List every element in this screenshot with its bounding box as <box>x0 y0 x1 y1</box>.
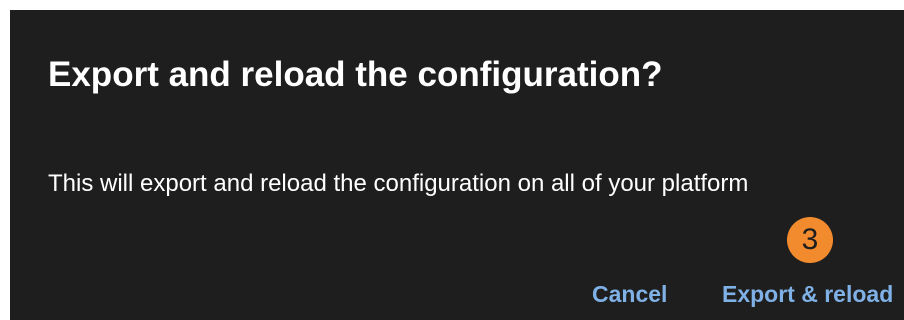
dialog-message: This will export and reload the configur… <box>48 170 749 197</box>
export-reload-button[interactable]: Export & reload <box>722 274 893 314</box>
step-number-badge: 3 <box>787 217 833 263</box>
confirm-dialog: Export and reload the configuration? Thi… <box>10 10 904 320</box>
dialog-title: Export and reload the configuration? <box>48 55 663 94</box>
cancel-button[interactable]: Cancel <box>592 274 667 314</box>
screenshot-frame: Export and reload the configuration? Thi… <box>0 0 904 320</box>
